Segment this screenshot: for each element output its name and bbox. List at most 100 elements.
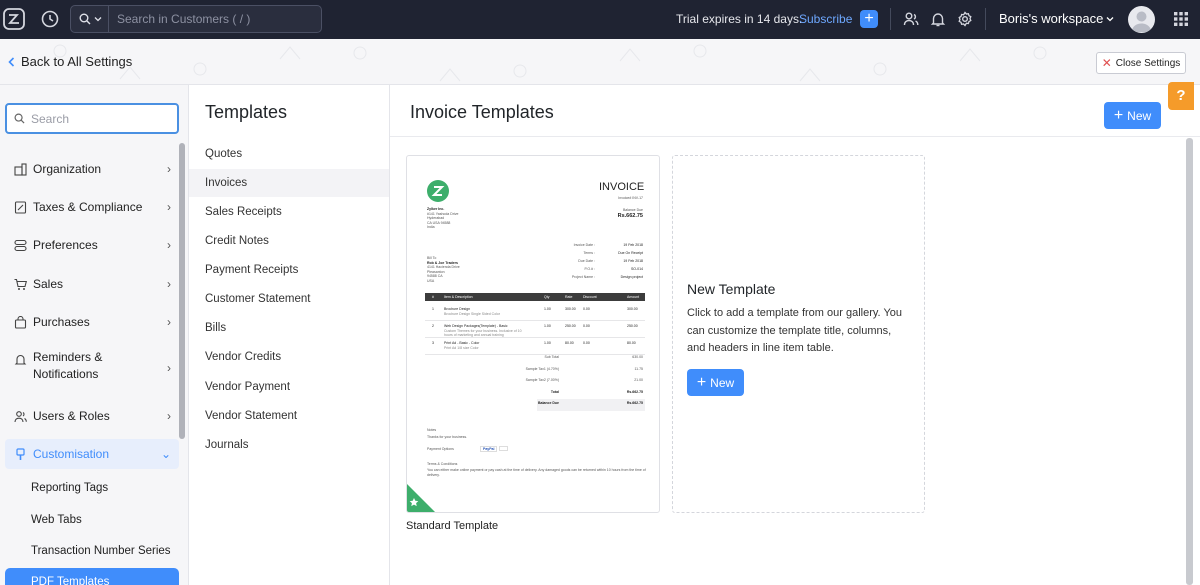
total-label: Sample Tax1 (4.70%) <box>525 366 559 371</box>
new-template-card[interactable]: New Template Click to add a template fro… <box>672 155 925 513</box>
invoice-heading: INVOICE <box>599 181 645 193</box>
sidebar-item-label: Purchases <box>33 315 90 329</box>
table-cell: 250.00 <box>627 324 638 328</box>
main-scrollbar[interactable] <box>1186 138 1193 585</box>
sidebar-subitem-reporting-tags[interactable]: Reporting Tags <box>31 482 108 494</box>
template-type-invoices[interactable]: Invoices <box>189 169 389 197</box>
global-search[interactable]: Search in Customers ( / ) <box>70 5 322 33</box>
bill-to-line: Bill To <box>427 256 437 260</box>
table-header-cell: Qty <box>544 295 550 299</box>
chevron-down-icon <box>1106 16 1114 21</box>
terms-label: Terms & Conditions <box>427 462 458 466</box>
background-pattern <box>53 44 1047 82</box>
standard-template-card[interactable]: INVOICE Invoice# INV-17 Balance Due Rs.6… <box>406 155 660 513</box>
template-type-payment-receipts[interactable]: Payment Receipts <box>189 256 389 284</box>
template-type-credit-notes[interactable]: Credit Notes <box>189 227 389 255</box>
bill-to-line: Rob & Joe Traders <box>427 260 458 265</box>
search-icon <box>14 113 25 124</box>
recent-history-icon[interactable] <box>40 9 60 29</box>
search-scope-dropdown[interactable] <box>71 6 109 32</box>
sidebar-item-sales[interactable]: Sales › <box>5 273 179 295</box>
topbar-divider <box>890 8 891 30</box>
page-title: Invoice Templates <box>410 102 554 122</box>
close-settings-button[interactable]: ✕ Close Settings <box>1096 52 1186 74</box>
sidebar-item-label: Preferences <box>33 238 98 252</box>
total-label: Balance Due <box>537 401 559 405</box>
settings-search-input[interactable]: Search <box>5 103 179 134</box>
table-cell: 0.00 <box>583 341 590 345</box>
meta-value: SO-014 <box>630 267 643 271</box>
sidebar-item-purchases[interactable]: Purchases › <box>5 311 179 333</box>
template-type-sales-receipts[interactable]: Sales Receipts <box>189 198 389 226</box>
total-label: Sub Total <box>544 355 559 359</box>
quick-create-button[interactable]: + <box>860 10 878 28</box>
avatar[interactable] <box>1128 6 1155 33</box>
template-type-vendor-payment[interactable]: Vendor Payment <box>189 373 389 401</box>
sidebar-item-label: Users & Roles <box>33 409 110 423</box>
sidebar-item-users-roles[interactable]: Users & Roles › <box>5 405 179 427</box>
sidebar-subitem-web-tabs[interactable]: Web Tabs <box>31 514 82 526</box>
apps-grid-icon[interactable] <box>1174 12 1188 26</box>
sidebar-item-preferences[interactable]: Preferences › <box>5 234 179 256</box>
templates-list-panel: Templates Quotes Invoices Sales Receipts… <box>189 85 390 585</box>
subscribe-link[interactable]: Subscribe <box>799 12 852 26</box>
default-template-star-icon <box>407 484 435 512</box>
brush-icon <box>13 447 27 461</box>
notes-text: Thanks for your business. <box>427 435 468 439</box>
chevron-down-icon <box>94 17 102 22</box>
table-cell: 80.00 <box>565 341 574 345</box>
app-logo-icon[interactable] <box>2 7 26 31</box>
total-value: 11.75 <box>634 366 644 371</box>
sidebar-subitem-pdf-templates[interactable]: PDF Templates <box>5 568 179 585</box>
template-type-customer-statement[interactable]: Customer Statement <box>189 285 389 313</box>
back-to-settings-link[interactable]: Back to All Settings <box>8 54 132 69</box>
table-cell-description: Brochure Design Single Sided Color <box>444 312 501 316</box>
chevron-right-icon: › <box>167 361 171 375</box>
new-template-card-button[interactable]: + New <box>687 369 744 396</box>
sidebar-item-organization[interactable]: Organization › <box>5 158 179 180</box>
meta-label: Invoice Date : <box>573 243 595 247</box>
sidebar-item-label: Sales <box>33 277 64 291</box>
bill-to-line: USA <box>427 278 435 283</box>
chevron-right-icon: › <box>167 238 171 252</box>
company-line: India <box>427 225 435 229</box>
template-type-bills[interactable]: Bills <box>189 314 389 342</box>
sidebar-item-reminders[interactable]: Reminders & Notifications › <box>5 349 179 389</box>
help-button[interactable]: ? <box>1168 82 1194 110</box>
total-label: Total <box>550 389 559 394</box>
table-header-cell: Amount <box>627 295 640 299</box>
sidebar-scrollbar[interactable] <box>179 143 185 439</box>
chevron-left-icon <box>8 56 15 67</box>
table-cell: 0.00 <box>583 307 590 311</box>
bell-icon[interactable] <box>930 11 946 27</box>
topbar-divider <box>985 8 986 30</box>
sidebar-item-label: Taxes & Compliance <box>33 200 143 214</box>
template-type-quotes[interactable]: Quotes <box>189 140 389 168</box>
search-input[interactable]: Search in Customers ( / ) <box>109 12 250 26</box>
table-cell-description: Print Ad 1/8 size Color <box>444 346 479 350</box>
new-template-button[interactable]: + New <box>1104 102 1161 129</box>
workspace-switcher[interactable]: Boris's workspace <box>999 11 1114 26</box>
template-type-vendor-credits[interactable]: Vendor Credits <box>189 343 389 371</box>
sidebar-item-label: Notifications <box>33 367 99 381</box>
tax-document-icon <box>13 200 27 214</box>
chevron-down-icon: ⌄ <box>160 447 171 461</box>
template-type-vendor-statement[interactable]: Vendor Statement <box>189 402 389 430</box>
sidebar-subitem-transaction-number-series[interactable]: Transaction Number Series <box>31 545 171 557</box>
meta-value: Design project <box>620 275 643 279</box>
sidebar-item-customisation[interactable]: Customisation ⌄ <box>5 439 179 469</box>
top-bar: Search in Customers ( / ) Trial expires … <box>0 0 1200 39</box>
search-icon <box>79 13 91 25</box>
meta-value: 19 Feb 2018 <box>623 259 643 263</box>
balance-amount: Rs.662.75 <box>617 213 643 219</box>
gear-icon[interactable] <box>957 11 973 27</box>
template-type-journals[interactable]: Journals <box>189 431 389 459</box>
sidebar-item-taxes[interactable]: Taxes & Compliance › <box>5 196 179 218</box>
bill-to-line: 94588 CA <box>427 274 443 278</box>
table-header-cell: # <box>432 295 434 299</box>
chevron-right-icon: › <box>167 162 171 176</box>
users-icon[interactable] <box>903 11 919 27</box>
company-line: Zylker Inc. <box>427 207 445 211</box>
meta-label: Project Name : <box>571 275 595 279</box>
meta-label: Due Date : <box>578 259 595 263</box>
